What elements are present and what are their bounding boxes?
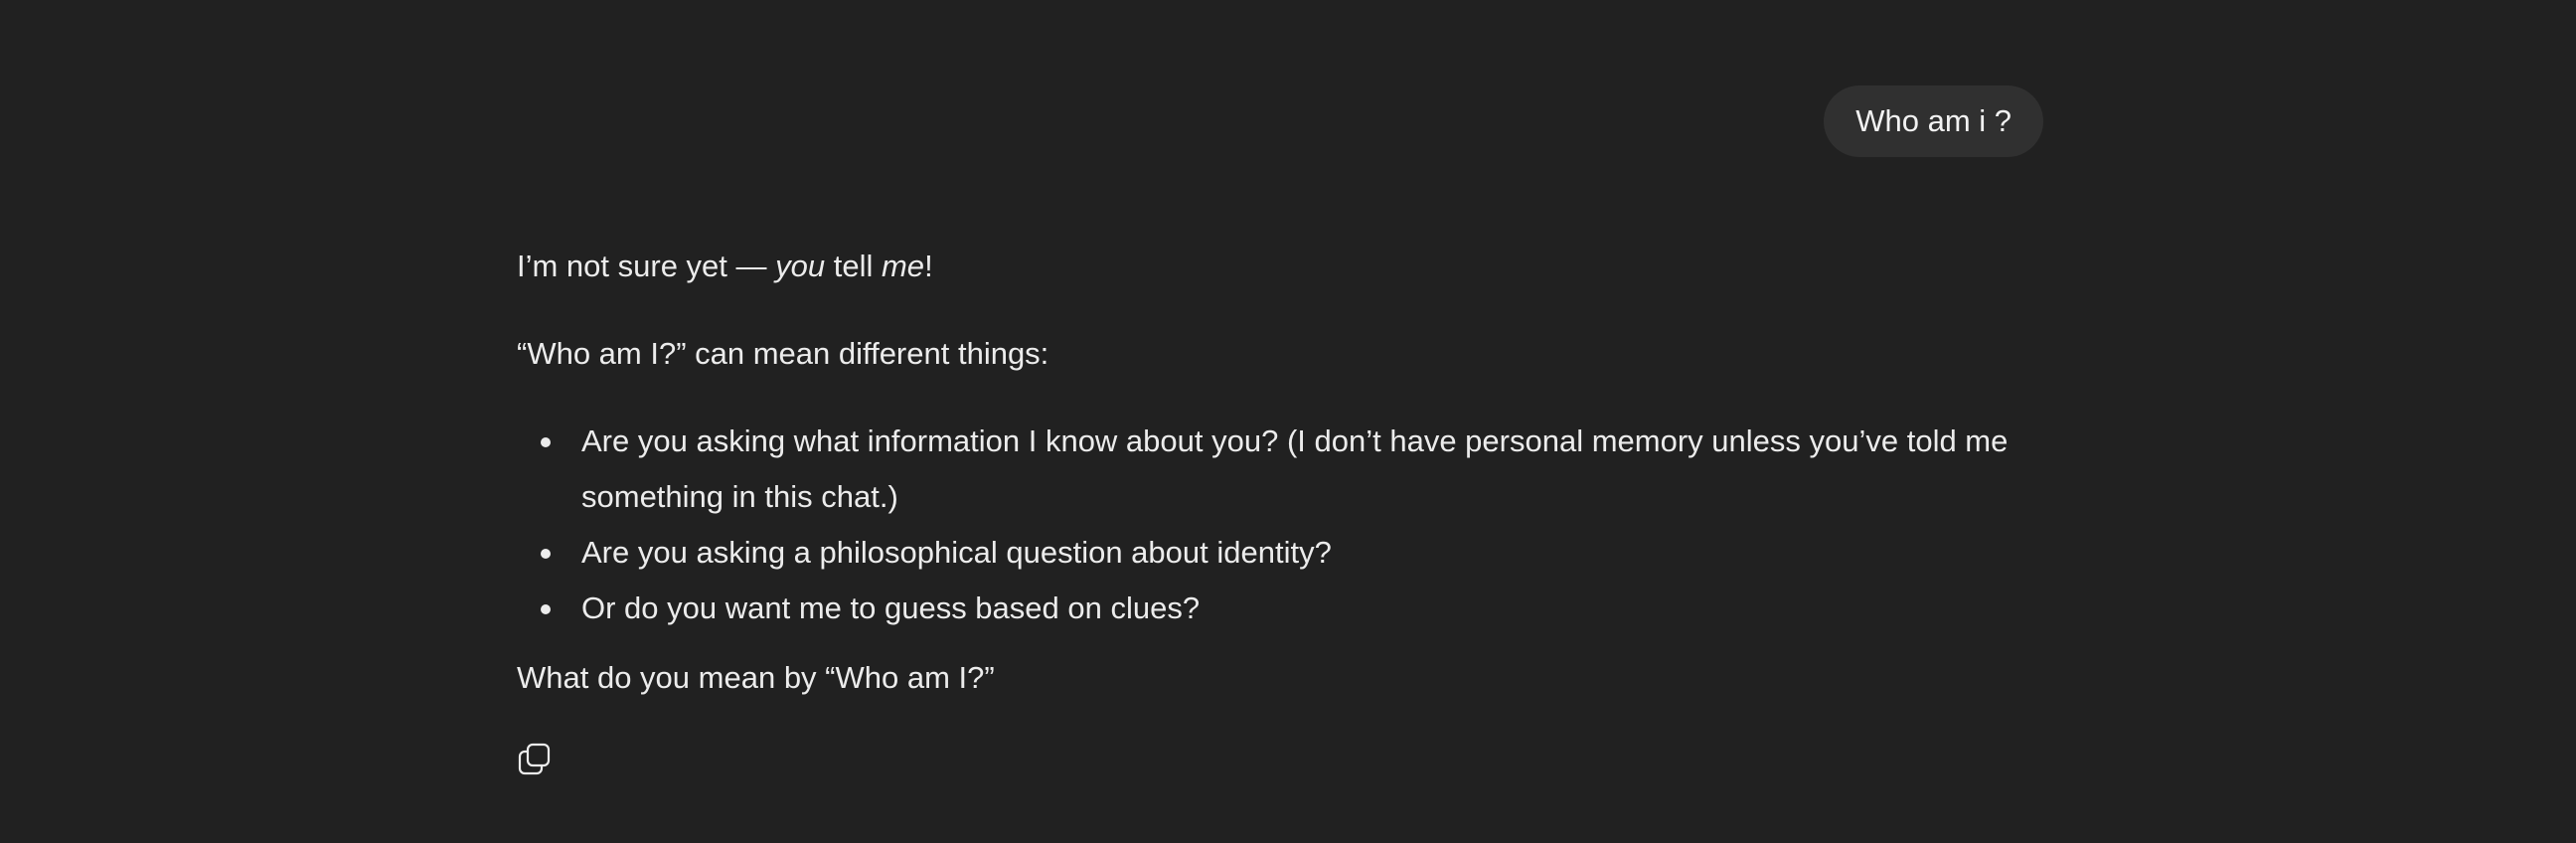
intro-emphasis-you: you [775,249,826,283]
assistant-closing-question: What do you mean by “Who am I?” [517,660,995,695]
user-message-text: Who am i ? [1855,103,2012,138]
bullet-dot-icon [541,437,551,447]
list-item: Are you asking a philosophical question … [517,525,2047,581]
assistant-intro: I’m not sure yet — you tell me! [517,239,2047,294]
list-item-text: Are you asking a philosophical question … [581,535,1332,570]
intro-middle: tell [825,249,882,283]
intro-suffix: ! [924,249,933,283]
copy-button[interactable] [513,737,557,780]
list-item: Or do you want me to guess based on clue… [517,581,2047,636]
user-message-bubble: Who am i ? [1824,85,2043,157]
bullet-dot-icon [541,604,551,614]
intro-prefix: I’m not sure yet — [517,249,776,283]
assistant-question-line: “Who am I?” can mean different things: [517,336,1049,371]
copy-icon [518,743,551,775]
bullet-dot-icon [541,549,551,559]
list-item-text: Are you asking what information I know a… [581,423,2009,514]
intro-emphasis-me: me [881,249,925,283]
chat-thread: Who am i ? I’m not sure yet — you tell m… [0,0,2576,843]
assistant-bullet-list: Are you asking what information I know a… [517,414,2047,636]
list-item-text: Or do you want me to guess based on clue… [581,590,1201,625]
assistant-message: I’m not sure yet — you tell me! “Who am … [517,239,2047,706]
list-item: Are you asking what information I know a… [517,414,2047,525]
